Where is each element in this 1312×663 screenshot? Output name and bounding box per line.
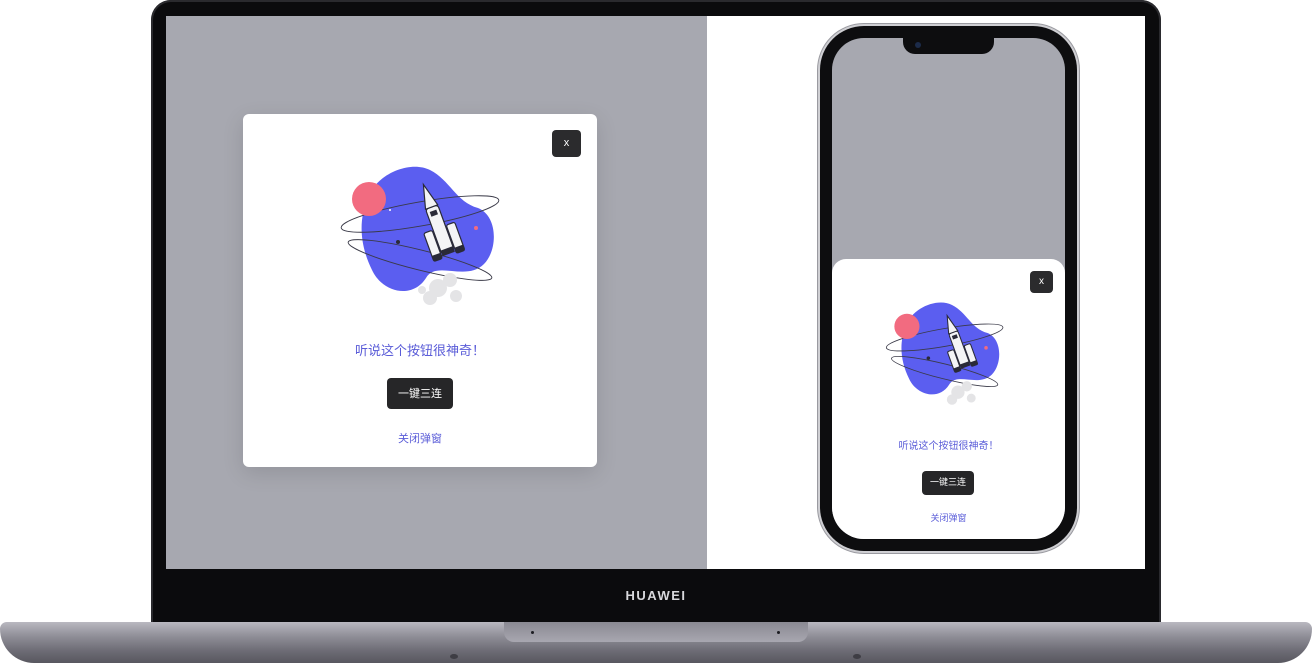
dismiss-link[interactable]: 关闭弹窗 (832, 511, 1065, 524)
rocket-illustration (340, 166, 500, 305)
phone-side-button (1077, 184, 1080, 244)
mobile-preview: x 听说这个按钮很神奇！ 一键三连 关闭弹窗 (707, 16, 1145, 569)
phone-notch (903, 38, 994, 54)
brand-logo: HUAWEI (625, 588, 687, 603)
close-icon: x (563, 137, 570, 149)
triple-action-button[interactable]: 一键三连 (387, 378, 453, 409)
phone-frame: x 听说这个按钮很神奇！ 一键三连 关闭弹窗 (820, 26, 1077, 551)
mobile-modal: x 听说这个按钮很神奇！ 一键三连 关闭弹窗 (832, 259, 1065, 539)
laptop-base (0, 622, 1312, 663)
desktop-modal: x 听说这个按钮很神奇！ 一键三连 关闭弹窗 (243, 114, 597, 467)
rocket-illustration (885, 302, 1004, 405)
desktop-overlay[interactable]: x 听说这个按钮很神奇！ 一键三连 关闭弹窗 (166, 16, 707, 569)
close-button[interactable]: x (1030, 271, 1053, 293)
modal-title: 听说这个按钮很神奇！ (354, 344, 485, 359)
laptop-foot (853, 654, 861, 659)
close-button[interactable]: x (552, 130, 581, 157)
laptop-foot (450, 654, 458, 659)
close-icon: x (1039, 276, 1044, 287)
laptop-screen: x 听说这个按钮很神奇！ 一键三连 关闭弹窗 x 听说这个按钮很神奇！ 一键三连… (166, 16, 1145, 569)
phone-screen[interactable]: x 听说这个按钮很神奇！ 一键三连 关闭弹窗 (832, 38, 1065, 539)
modal-title: 听说这个按钮很神奇！ (898, 441, 999, 452)
hinge-dot (531, 631, 534, 634)
camera-icon (915, 42, 921, 48)
hinge-dot (777, 631, 780, 634)
hinge-notch (504, 622, 808, 642)
dismiss-link[interactable]: 关闭弹窗 (243, 430, 597, 446)
triple-action-button[interactable]: 一键三连 (922, 471, 974, 495)
